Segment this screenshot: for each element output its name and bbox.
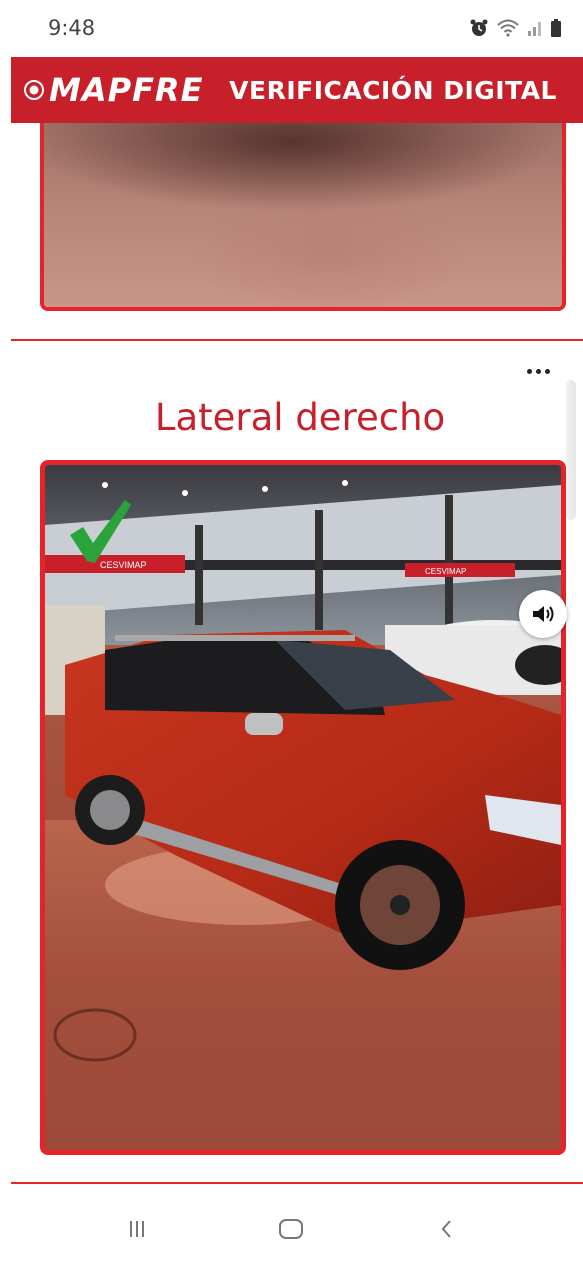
more-horizontal-icon [525, 368, 552, 374]
wifi-icon [497, 19, 519, 37]
back-button[interactable] [416, 1199, 476, 1259]
mapfre-emblem-icon [24, 80, 44, 100]
signal-icon [528, 22, 541, 36]
section-divider-top [11, 339, 583, 341]
status-icons [469, 19, 561, 37]
section-divider-bottom [11, 1182, 583, 1184]
sound-toggle-button[interactable] [519, 590, 567, 638]
app-header: MAPFRE VERIFICACIÓN DIGITAL [11, 57, 583, 123]
section-title: Lateral derecho [154, 396, 446, 439]
volume-icon [533, 606, 554, 622]
alarm-icon [470, 19, 488, 36]
status-bar: 9:48 [0, 0, 583, 56]
battery-icon [551, 19, 561, 37]
signage-2: CESVIMAP [425, 567, 466, 576]
vehicle-photo: CESVIMAP CESVIMAP [45, 465, 561, 1150]
previous-photo [44, 123, 562, 307]
overflow-menu-button[interactable] [518, 354, 558, 388]
brand-name: MAPFRE [49, 71, 204, 109]
check-icon [70, 500, 131, 563]
home-button[interactable] [261, 1199, 321, 1259]
home-icon [279, 1219, 304, 1239]
lateral-photo-card: CESVIMAP CESVIMAP [40, 460, 566, 1155]
back-icon [441, 1220, 451, 1238]
brand-logo: MAPFRE [23, 71, 203, 109]
previous-photo-card [40, 123, 566, 311]
recent-apps-button[interactable] [107, 1199, 167, 1259]
system-navigation-bar [0, 1195, 583, 1263]
recent-apps-icon [130, 1221, 145, 1237]
header-title: VERIFICACIÓN DIGITAL [229, 75, 557, 105]
status-time: 9:48 [48, 16, 96, 40]
